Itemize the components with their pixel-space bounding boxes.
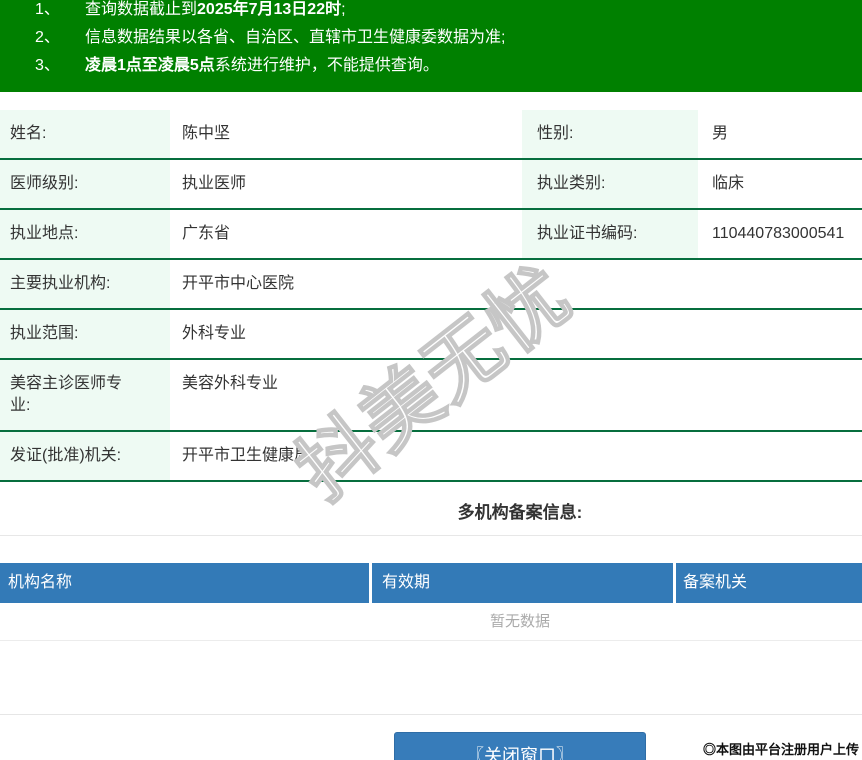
info-row-name-gender: 姓名: 陈中坚 性别: 男 <box>0 110 862 160</box>
field-value-category: 临床 <box>712 175 745 192</box>
column-header-validity: 有效期 <box>372 563 673 603</box>
field-label-issuing-authority: 发证(批准)机关: <box>0 432 170 480</box>
field-value-name: 陈中坚 <box>182 125 231 142</box>
notice-line-2: 2、 信息数据结果以各省、自治区、直辖市卫生健康委数据为准; <box>35 24 862 52</box>
main-content: 姓名: 陈中坚 性别: 男 医师级别: 执业医师 执业类别: 临床 执业地点: … <box>0 110 862 760</box>
notice-text: 信息数据结果以各省、自治区、直辖市卫生健康委数据为准; <box>85 29 506 46</box>
info-row-issuing-authority: 发证(批准)机关: 开平市卫生健康局 <box>0 432 862 482</box>
empty-data-placeholder: 暂无数据 <box>0 603 862 641</box>
field-label-scope: 执业范围: <box>0 310 170 358</box>
field-value-main-org: 开平市中心医院 <box>182 275 295 292</box>
column-header-org-name: 机构名称 <box>0 563 369 603</box>
field-label-cert-no: 执业证书编码: <box>522 210 698 258</box>
info-row-main-org: 主要执业机构: 开平市中心医院 <box>0 260 862 310</box>
column-header-filing-authority: 备案机关 <box>676 563 862 603</box>
upload-stamp-text: ◎本图由平台注册用户上传 <box>702 742 859 757</box>
field-value-issuing-authority: 开平市卫生健康局 <box>182 447 311 464</box>
field-value-location: 广东省 <box>182 225 231 242</box>
field-label-name: 姓名: <box>0 110 170 158</box>
field-value-level: 执业医师 <box>182 175 247 192</box>
notice-line-3: 3、 凌晨1点至凌晨5点系统进行维护，不能提供查询。 <box>35 52 862 80</box>
multi-org-table-header: 机构名称 有效期 备案机关 <box>0 563 862 603</box>
field-label-gender: 性别: <box>522 110 698 158</box>
field-label-level: 医师级别: <box>0 160 170 208</box>
info-row-scope: 执业范围: 外科专业 <box>0 310 862 360</box>
notice-number: 2、 <box>35 29 60 46</box>
multi-org-table: 机构名称 有效期 备案机关 暂无数据 <box>0 563 862 641</box>
field-value-cosmetic-specialty: 美容外科专业 <box>182 375 279 392</box>
notice-text: 查询数据截止到 <box>85 1 198 18</box>
field-value-cert-no: 110440783000541 <box>712 225 845 242</box>
notice-number: 3、 <box>35 57 60 74</box>
notice-text-bold: 2025年7月13日22时 <box>197 1 342 18</box>
multi-org-section-title: 多机构备案信息: <box>457 503 583 522</box>
field-label-location: 执业地点: <box>0 210 170 258</box>
notice-number: 1、 <box>35 1 60 18</box>
field-label-cosmetic-specialty: 美容主诊医师专业: <box>0 360 170 430</box>
divider <box>0 535 862 536</box>
notice-banner: 1、 查询数据截止到2025年7月13日22时; 2、 信息数据结果以各省、自治区、… <box>0 0 862 92</box>
info-row-location-certno: 执业地点: 广东省 执业证书编码: 110440783000541 <box>0 210 862 260</box>
close-window-button[interactable]: 〖关闭窗口〗 <box>394 732 646 760</box>
info-row-level-category: 医师级别: 执业医师 执业类别: 临床 <box>0 160 862 210</box>
field-label-main-org: 主要执业机构: <box>0 260 170 308</box>
field-label-category: 执业类别: <box>522 160 698 208</box>
info-row-cosmetic-specialty: 美容主诊医师专业: 美容外科专业 <box>0 360 862 432</box>
doctor-info-table: 姓名: 陈中坚 性别: 男 医师级别: 执业医师 执业类别: 临床 执业地点: … <box>0 110 862 482</box>
field-value-gender: 男 <box>712 125 729 142</box>
field-value-scope: 外科专业 <box>182 325 247 342</box>
notice-line-1: 1、 查询数据截止到2025年7月13日22时; <box>35 0 862 24</box>
notice-text-bold: 凌晨1点至凌晨5点 <box>85 57 215 74</box>
query-result-page: 1、 查询数据截止到2025年7月13日22时; 2、 信息数据结果以各省、自治区、… <box>0 0 862 760</box>
notice-text: 系统进行维护，不能提供查询。 <box>214 57 439 74</box>
notice-text: ; <box>341 1 346 18</box>
